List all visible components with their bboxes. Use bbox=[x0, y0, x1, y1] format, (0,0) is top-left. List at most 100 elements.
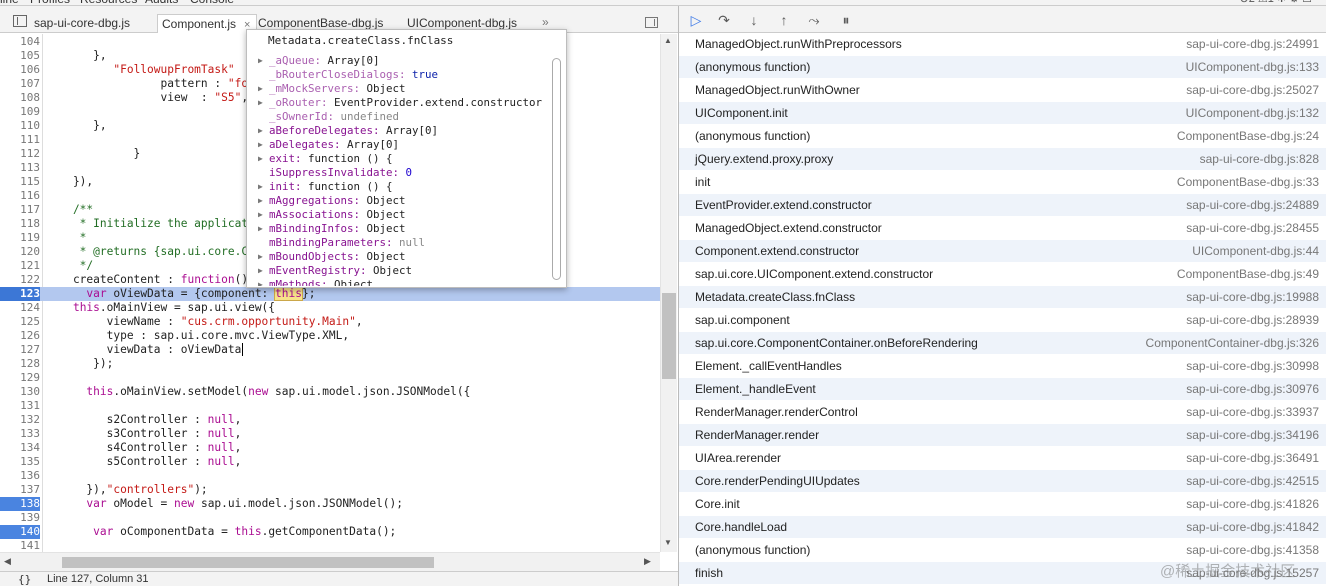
file-tab[interactable]: Component.js × bbox=[157, 14, 258, 33]
property-row[interactable]: ▶ mAggregations: Object bbox=[247, 194, 550, 208]
property-row[interactable]: ▶ mMethods: Object bbox=[247, 278, 550, 286]
expand-triangle-icon[interactable]: ▶ bbox=[258, 264, 263, 278]
expand-triangle-icon[interactable]: ▶ bbox=[258, 124, 263, 138]
code-line[interactable]: 139 bbox=[0, 511, 660, 525]
line-number[interactable]: 135 bbox=[0, 455, 40, 469]
frame-source-link[interactable]: ComponentContainer-dbg.js:326 bbox=[1146, 336, 1319, 350]
popover-scrollbar[interactable] bbox=[550, 54, 563, 286]
code-line[interactable]: 129 bbox=[0, 371, 660, 385]
code-line[interactable]: 138 var oModel = new sap.ui.model.json.J… bbox=[0, 497, 660, 511]
code-line[interactable]: 133 s3Controller : null, bbox=[0, 427, 660, 441]
line-number[interactable]: 116 bbox=[0, 189, 40, 203]
line-number[interactable]: 111 bbox=[0, 133, 40, 147]
line-number[interactable]: 122 bbox=[0, 273, 40, 287]
property-row[interactable]: ▶ _mMockServers: Object bbox=[247, 82, 550, 96]
line-number[interactable]: 106 bbox=[0, 63, 40, 77]
line-number[interactable]: 134 bbox=[0, 441, 40, 455]
call-frame[interactable]: (anonymous function) UIComponent-dbg.js:1… bbox=[679, 56, 1326, 79]
line-number[interactable]: 110 bbox=[0, 119, 40, 133]
code-line[interactable]: 125 viewName : "cus.crm.opportunity.Main… bbox=[0, 315, 660, 329]
call-frame[interactable]: (anonymous function) ComponentBase-dbg.js… bbox=[679, 125, 1326, 148]
frame-source-link[interactable]: sap-ui-core-dbg.js:28455 bbox=[1186, 221, 1319, 235]
frame-source-link[interactable]: sap-ui-core-dbg.js:36491 bbox=[1186, 451, 1319, 465]
call-frame[interactable]: UIArea.rerender sap-ui-core-dbg.js:36491 bbox=[679, 447, 1326, 470]
frame-source-link[interactable]: sap-ui-core-dbg.js:24889 bbox=[1186, 198, 1319, 212]
property-row[interactable]: ▶ mBindingInfos: Object bbox=[247, 222, 550, 236]
call-frame[interactable]: sap.ui.component sap-ui-core-dbg.js:28939 bbox=[679, 309, 1326, 332]
call-frame[interactable]: UIComponent.init UIComponent-dbg.js:132 bbox=[679, 102, 1326, 125]
line-number[interactable]: 104 bbox=[0, 35, 40, 49]
expand-triangle-icon[interactable]: ▶ bbox=[258, 138, 263, 152]
expand-triangle-icon[interactable]: ▶ bbox=[258, 180, 263, 194]
code-line[interactable]: 124 this.oMainView = sap.ui.view({ bbox=[0, 301, 660, 315]
line-number[interactable]: 141 bbox=[0, 539, 40, 552]
frame-source-link[interactable]: sap-ui-core-dbg.js:42515 bbox=[1186, 474, 1319, 488]
frame-source-link[interactable]: sap-ui-core-dbg.js:34196 bbox=[1186, 428, 1319, 442]
scroll-down-icon[interactable]: ▼ bbox=[664, 538, 672, 547]
code-line[interactable]: 134 s4Controller : null, bbox=[0, 441, 660, 455]
call-frame[interactable]: sap.ui.core.UIComponent.extend.construct… bbox=[679, 263, 1326, 286]
line-number[interactable]: 125 bbox=[0, 315, 40, 329]
scroll-thumb[interactable] bbox=[62, 557, 434, 568]
call-frame[interactable]: RenderManager.renderControl sap-ui-core-d… bbox=[679, 401, 1326, 424]
code-line[interactable]: 126 type : sap.ui.core.mvc.ViewType.XML, bbox=[0, 329, 660, 343]
call-frame[interactable]: ManagedObject.extend.constructor sap-ui-c… bbox=[679, 217, 1326, 240]
code-line[interactable]: 136 bbox=[0, 469, 660, 483]
code-line[interactable]: 140 var oComponentData = this.getCompone… bbox=[0, 525, 660, 539]
property-row[interactable]: ▶ mEventRegistry: Object bbox=[247, 264, 550, 278]
call-frame[interactable]: Core.handleLoad sap-ui-core-dbg.js:41842 bbox=[679, 516, 1326, 539]
breakpoint-marker[interactable]: 123 bbox=[0, 287, 40, 301]
pretty-print-icon[interactable]: {} bbox=[18, 573, 31, 586]
code-line[interactable]: 131 bbox=[0, 399, 660, 413]
property-row[interactable]: ▶ init: function () { bbox=[247, 180, 550, 194]
expand-triangle-icon[interactable]: ▶ bbox=[258, 278, 263, 286]
code-line[interactable]: 127 viewData : oViewData bbox=[0, 343, 660, 357]
code-line[interactable]: 141 bbox=[0, 539, 660, 552]
frame-source-link[interactable]: ComponentBase-dbg.js:49 bbox=[1177, 267, 1319, 281]
expand-triangle-icon[interactable]: ▶ bbox=[258, 152, 263, 166]
property-row[interactable]: ▶ mAssociations: Object bbox=[247, 208, 550, 222]
line-number[interactable]: 132 bbox=[0, 413, 40, 427]
resume-button[interactable]: ▷ bbox=[685, 10, 707, 30]
scroll-thumb[interactable] bbox=[662, 293, 676, 379]
frame-source-link[interactable]: UIComponent-dbg.js:132 bbox=[1186, 106, 1319, 120]
line-number[interactable]: 137 bbox=[0, 483, 40, 497]
frame-source-link[interactable]: UIComponent-dbg.js:44 bbox=[1192, 244, 1319, 258]
expand-triangle-icon[interactable]: ▶ bbox=[258, 250, 263, 264]
code-line[interactable]: 130 this.oMainView.setModel(new sap.ui.m… bbox=[0, 385, 660, 399]
expand-triangle-icon[interactable]: ▶ bbox=[258, 54, 263, 68]
console-status-counts[interactable]: ⊗2 ⚠1 ✲ ⚙ ☐ bbox=[1240, 0, 1312, 5]
scroll-up-icon[interactable]: ▲ bbox=[664, 36, 672, 45]
frame-source-link[interactable]: sap-ui-core-dbg.js:30998 bbox=[1186, 359, 1319, 373]
line-number[interactable]: 115 bbox=[0, 175, 40, 189]
line-number[interactable]: 117 bbox=[0, 203, 40, 217]
code-line[interactable]: 128 }); bbox=[0, 357, 660, 371]
property-row[interactable]: ▶ aDelegates: Array[0] bbox=[247, 138, 550, 152]
frame-source-link[interactable]: ComponentBase-dbg.js:24 bbox=[1177, 129, 1319, 143]
frame-source-link[interactable]: sap-ui-core-dbg.js:828 bbox=[1200, 152, 1319, 166]
scroll-thumb[interactable] bbox=[552, 58, 561, 280]
toggle-debugger-icon[interactable] bbox=[645, 17, 658, 28]
frame-source-link[interactable]: ComponentBase-dbg.js:33 bbox=[1177, 175, 1319, 189]
call-frame[interactable]: ManagedObject.runWithPreprocessors sap-ui… bbox=[679, 33, 1326, 56]
scroll-right-icon[interactable]: ▶ bbox=[644, 556, 651, 567]
line-number[interactable]: 112 bbox=[0, 147, 40, 161]
expand-triangle-icon[interactable]: ▶ bbox=[258, 194, 263, 208]
code-line[interactable]: 137 }),"controllers"); bbox=[0, 483, 660, 497]
call-frame[interactable]: Component.extend.constructor UIComponent-… bbox=[679, 240, 1326, 263]
scroll-left-icon[interactable]: ◀ bbox=[4, 556, 11, 567]
call-frame[interactable]: Element._handleEvent sap-ui-core-dbg.js:3… bbox=[679, 378, 1326, 401]
line-number[interactable]: 130 bbox=[0, 385, 40, 399]
property-row[interactable]: ▶ exit: function () { bbox=[247, 152, 550, 166]
object-inspector-popover[interactable]: Metadata.createClass.fnClass ▶ _aQueue: A… bbox=[246, 29, 567, 288]
step-over-button[interactable]: ↷ bbox=[713, 10, 735, 30]
property-row[interactable]: ▶ _oRouter: EventProvider.extend.construc… bbox=[247, 96, 550, 110]
line-number[interactable]: 121 bbox=[0, 259, 40, 273]
line-number[interactable]: 129 bbox=[0, 371, 40, 385]
step-out-button[interactable]: ↑ bbox=[773, 10, 795, 30]
line-number[interactable]: 109 bbox=[0, 105, 40, 119]
line-number[interactable]: 107 bbox=[0, 77, 40, 91]
line-number[interactable]: 105 bbox=[0, 49, 40, 63]
line-number[interactable]: 118 bbox=[0, 217, 40, 231]
line-number[interactable]: 126 bbox=[0, 329, 40, 343]
